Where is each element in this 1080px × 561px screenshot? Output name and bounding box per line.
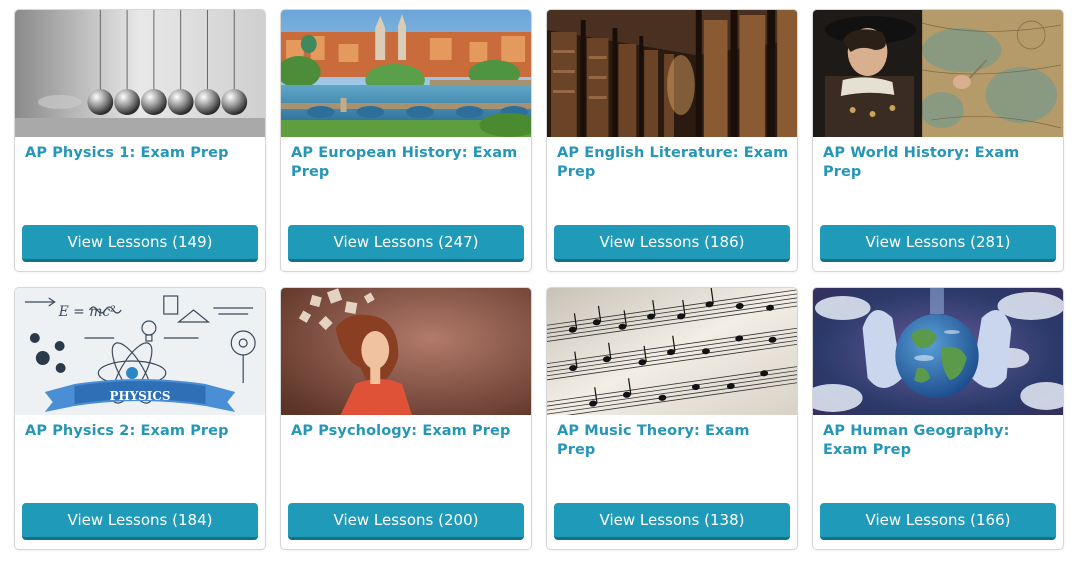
equation-label: E = mc² <box>58 304 117 320</box>
course-title-link[interactable]: AP Physics 1: Exam Prep <box>25 144 257 163</box>
course-card: AP World History: Exam Prep View Lessons… <box>812 9 1064 272</box>
button-label: View Lessons <box>67 511 168 529</box>
lesson-count: (166) <box>970 511 1011 529</box>
lesson-count: (184) <box>172 511 213 529</box>
lesson-count: (281) <box>970 233 1011 251</box>
sheet-music-image[interactable] <box>547 288 797 415</box>
physics-banner-text: PHYSICS <box>110 389 171 403</box>
button-label: View Lessons <box>67 233 168 251</box>
course-card: AP European History: Exam Prep View Less… <box>280 9 532 272</box>
course-title-link[interactable]: AP Music Theory: Exam Prep <box>557 422 789 460</box>
explorer-map-image[interactable] <box>813 10 1063 137</box>
library-hall-image[interactable] <box>547 10 797 137</box>
puzzle-head-image[interactable] <box>281 288 531 415</box>
lesson-count: (138) <box>704 511 745 529</box>
view-lessons-button[interactable]: View Lessons (166) <box>820 503 1056 540</box>
lesson-count: (149) <box>172 233 213 251</box>
view-lessons-button[interactable]: View Lessons (281) <box>820 225 1056 262</box>
view-lessons-button[interactable]: View Lessons (200) <box>288 503 524 540</box>
course-grid: AP Physics 1: Exam Prep View Lessons (149… <box>0 0 1080 561</box>
course-card: AP Music Theory: Exam Prep View Lessons(… <box>546 287 798 550</box>
course-title-link[interactable]: AP Human Geography: Exam Prep <box>823 422 1055 460</box>
prague-city-image[interactable] <box>281 10 531 137</box>
course-card: AP English Literature: Exam Prep View Le… <box>546 9 798 272</box>
course-title-link[interactable]: AP Physics 2: Exam Prep <box>25 422 257 441</box>
course-card: AP Physics 1: Exam Prep View Lessons (149… <box>14 9 266 272</box>
lesson-count: (200) <box>438 511 479 529</box>
course-title-link[interactable]: AP European History: Exam Prep <box>291 144 523 182</box>
physics-doodle-image[interactable]: E = mc² PHYSICS <box>15 288 265 415</box>
button-label: View Lessons <box>599 233 700 251</box>
course-card: AP Psychology: Exam Prep View Lessons (20… <box>280 287 532 550</box>
button-label: View Lessons <box>333 233 434 251</box>
newtons-cradle-image[interactable] <box>15 10 265 137</box>
view-lessons-button[interactable]: View Lessons (149) <box>22 225 258 262</box>
lesson-count: (247) <box>438 233 479 251</box>
view-lessons-button[interactable]: View Lessons (184) <box>22 503 258 540</box>
button-label: View Lessons <box>599 511 700 529</box>
view-lessons-button[interactable]: View Lessons (247) <box>288 225 524 262</box>
course-title-link[interactable]: AP Psychology: Exam Prep <box>291 422 523 441</box>
view-lessons-button[interactable]: View Lessons (186) <box>554 225 790 262</box>
course-title-link[interactable]: AP World History: Exam Prep <box>823 144 1055 182</box>
earth-hands-image[interactable] <box>813 288 1063 415</box>
course-card: E = mc² PHYSICS AP Physics 2: Exam Prep … <box>14 287 266 550</box>
view-lessons-button[interactable]: View Lessons (138) <box>554 503 790 540</box>
course-title-link[interactable]: AP English Literature: Exam Prep <box>557 144 789 182</box>
course-card: AP Human Geography: Exam Prep View Lesso… <box>812 287 1064 550</box>
lesson-count: (186) <box>704 233 745 251</box>
button-label: View Lessons <box>333 511 434 529</box>
button-label: View Lessons <box>865 511 966 529</box>
button-label: View Lessons <box>865 233 966 251</box>
